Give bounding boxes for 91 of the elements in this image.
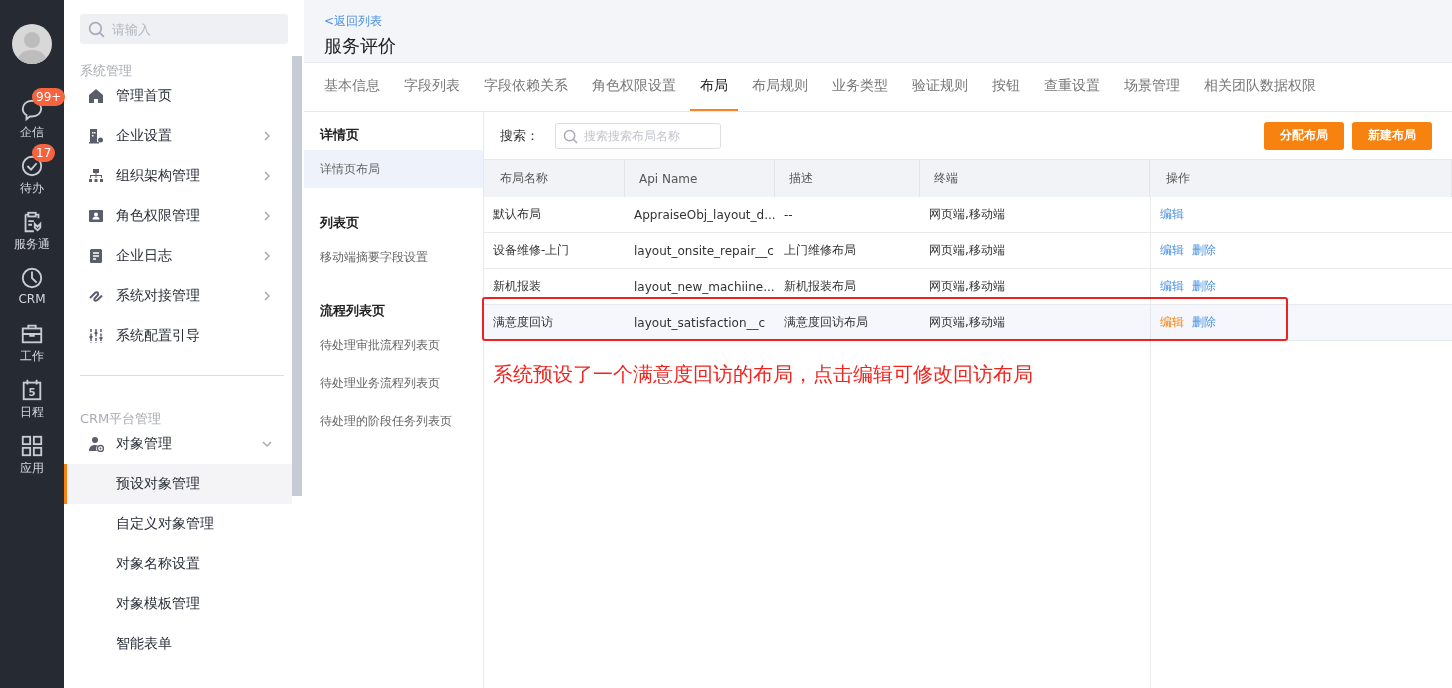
column-header: 布局名称 <box>484 159 625 197</box>
tab[interactable]: 布局规则 <box>742 63 818 111</box>
layout-nav-item[interactable]: 待处理的阶段任务列表页 <box>304 402 483 440</box>
tab[interactable]: 角色权限设置 <box>582 63 686 111</box>
count-badge: 17 <box>32 144 56 162</box>
table-row[interactable]: 默认布局 AppraiseObj_layout_d... -- 网页端,移动端 编辑 <box>484 197 1452 233</box>
tab[interactable]: 查重设置 <box>1034 63 1110 111</box>
sidebar-subitem[interactable]: 预设对象管理 <box>64 464 292 504</box>
avatar[interactable] <box>12 24 52 64</box>
tab[interactable]: 字段列表 <box>394 63 470 111</box>
table-cell-text: 网页端,移动端 <box>928 314 1006 331</box>
row-action-link[interactable]: 编辑 <box>1160 242 1184 259</box>
table-cell-text: 设备维修-上门 <box>492 242 571 259</box>
nav-rail-item[interactable]: 工作 <box>20 348 44 365</box>
sidebar-item[interactable]: 企业设置 <box>64 116 292 156</box>
building-gear-icon <box>88 128 104 144</box>
column-header: 描述 <box>775 159 920 197</box>
section-title: 系统管理 <box>80 63 132 78</box>
layout-nav-item[interactable]: 详情页布局 <box>304 150 483 188</box>
column-header: Api Name <box>625 159 775 197</box>
table-cell-text: 默认布局 <box>492 206 542 223</box>
sidebar-subitem[interactable]: 对象模板管理 <box>64 584 292 624</box>
row-action-link[interactable]: 删除 <box>1192 242 1216 259</box>
scrollbar-thumb[interactable] <box>292 56 302 496</box>
column-header: 操作 <box>1150 159 1452 197</box>
sidebar-subitem[interactable]: 智能表单 <box>64 624 292 664</box>
user-gear-icon <box>88 436 104 452</box>
table-cell-text: layout_new_machiine... <box>633 278 775 296</box>
section-title: CRM平台管理 <box>80 411 162 426</box>
table-cell-text: 上门维修布局 <box>783 242 857 259</box>
group-title: 详情页 <box>320 127 359 142</box>
sliders-icon <box>88 328 104 344</box>
org-chart-icon <box>88 168 104 184</box>
sidebar-item[interactable]: 角色权限管理 <box>64 196 292 236</box>
search-label: 搜索： <box>500 126 539 145</box>
table-cell-text: AppraiseObj_layout_d... <box>633 206 775 224</box>
table-row[interactable]: 满意度回访 layout_satisfaction__c 满意度回访布局 网页端,移动端 编辑 删除 <box>484 305 1452 341</box>
nav-rail-item[interactable]: 日程 <box>20 404 44 421</box>
sidebar-item[interactable]: 组织架构管理 <box>64 156 292 196</box>
row-action-link[interactable]: 删除 <box>1192 314 1216 331</box>
nav-rail-item[interactable]: CRM <box>18 292 46 306</box>
tab[interactable]: 字段依赖关系 <box>474 63 578 111</box>
tab[interactable]: 场景管理 <box>1114 63 1190 111</box>
tab[interactable]: 验证规则 <box>902 63 978 111</box>
sidebar-item[interactable]: 系统配置引导 <box>64 316 292 356</box>
table-cell-text: 网页端,移动端 <box>928 242 1006 259</box>
table-cell-text: layout_satisfaction__c <box>633 314 767 332</box>
sidebar-item[interactable]: 对象管理 <box>64 424 292 464</box>
table-cell-text: 满意度回访布局 <box>783 314 869 331</box>
tab[interactable]: 相关团队数据权限 <box>1194 63 1326 111</box>
sidebar-item[interactable]: 企业日志 <box>64 236 292 276</box>
column-header: 终端 <box>920 159 1150 197</box>
table-row[interactable]: 设备维修-上门 layout_onsite_repair__c 上门维修布局 网页端,移动端 编辑 删除 <box>484 233 1452 269</box>
table-cell-text: 新机报装 <box>492 278 542 295</box>
sidebar-item[interactable]: 管理首页 <box>64 76 292 116</box>
clock-icon <box>20 266 44 290</box>
table-cell-text: 满意度回访 <box>492 314 554 331</box>
document-icon <box>88 248 104 264</box>
tab[interactable]: 布局 <box>690 63 738 111</box>
tab[interactable]: 按钮 <box>982 63 1030 111</box>
nav-rail-item[interactable]: 应用 <box>20 460 44 477</box>
home-icon <box>88 88 104 104</box>
link-icon <box>88 288 104 304</box>
calendar-icon: 5 <box>20 378 44 402</box>
table-cell-text: 新机报装布局 <box>783 278 857 295</box>
table-cell-text: layout_onsite_repair__c <box>633 242 775 260</box>
sidebar-item[interactable]: 系统对接管理 <box>64 276 292 316</box>
id-card-icon <box>88 208 104 224</box>
tab[interactable]: 基本信息 <box>314 63 390 111</box>
layout-nav-item[interactable]: 待处理业务流程列表页 <box>304 364 483 402</box>
sidebar-subitem[interactable]: 对象名称设置 <box>64 544 292 584</box>
layout-nav-item[interactable]: 待处理审批流程列表页 <box>304 326 483 364</box>
annotation-text: 系统预设了一个满意度回访的布局，点击编辑可修改回访布局 <box>493 361 1033 388</box>
layout-nav-item[interactable]: 移动端摘要字段设置 <box>304 238 483 276</box>
nav-rail-item[interactable]: 企信 <box>20 124 44 141</box>
nav-rail-item[interactable]: 服务通 <box>14 236 50 253</box>
group-title: 列表页 <box>320 215 359 230</box>
nav-rail-item[interactable]: 待办 <box>20 180 44 197</box>
table-cell-text: 网页端,移动端 <box>928 206 1006 223</box>
table-cell-text: -- <box>783 206 794 224</box>
grid-icon <box>20 434 44 458</box>
sidebar-subitem[interactable]: 自定义对象管理 <box>64 504 292 544</box>
briefcase-icon <box>20 322 44 346</box>
count-badge: 99+ <box>32 88 66 106</box>
group-title: 流程列表页 <box>320 303 385 318</box>
page-title: 服务评价 <box>324 34 397 58</box>
row-action-link[interactable]: 编辑 <box>1160 206 1184 223</box>
row-action-link[interactable]: 删除 <box>1192 278 1216 295</box>
tab[interactable]: 业务类型 <box>822 63 898 111</box>
row-action-link[interactable]: 编辑 <box>1160 278 1184 295</box>
table-cell-text: 网页端,移动端 <box>928 278 1006 295</box>
